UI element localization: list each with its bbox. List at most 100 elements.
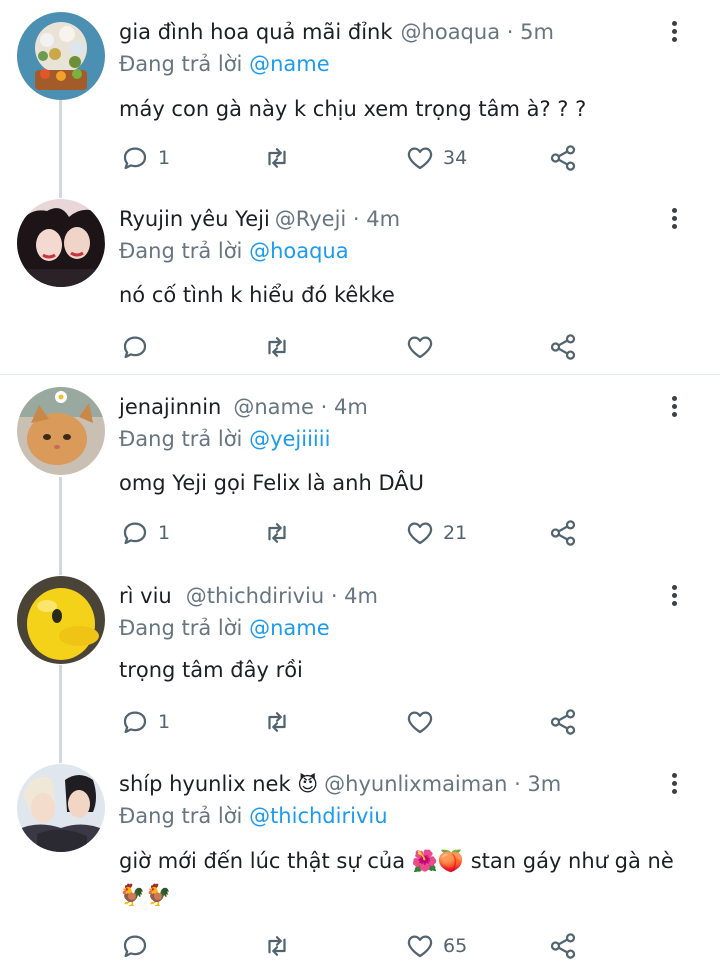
replying-to-label: Đang trả lời (119, 804, 243, 828)
share-icon (550, 520, 576, 546)
reply-icon (123, 147, 147, 170)
avatar[interactable] (17, 387, 105, 475)
tweet-actions: 1 21 (0, 513, 720, 553)
display-name[interactable]: gia đình hoa quả mãi đỉnk (119, 20, 393, 44)
mention-link[interactable]: @name (249, 616, 330, 640)
reply-button[interactable]: 1 (120, 138, 170, 178)
tweet-text: trọng tâm đây rồi (119, 658, 303, 682)
share-icon (550, 933, 576, 959)
display-name[interactable]: Ryujin yêu Yeji (119, 207, 270, 231)
share-button[interactable] (548, 138, 578, 178)
heart-icon (407, 147, 433, 170)
avatar[interactable] (17, 764, 105, 852)
replying-to-label: Đang trả lời (119, 239, 243, 263)
tweet-header: Ryujin yêu Yeji @Ryeji · 4m (119, 205, 400, 233)
user-handle[interactable]: @hoaqua · 5m (401, 20, 554, 44)
like-count: 65 (443, 935, 468, 957)
more-options-icon[interactable] (665, 18, 685, 46)
tweet[interactable]: rì viu @thichdiriviu · 4m Đang trả lời @n… (0, 576, 720, 756)
user-handle[interactable]: @hyunlixmaiman · 3m (324, 772, 561, 796)
share-button[interactable] (548, 926, 578, 966)
replying-to: Đang trả lời @hoaqua (119, 237, 349, 265)
share-button[interactable] (548, 327, 578, 367)
heart-icon (407, 522, 433, 545)
retweet-button[interactable] (262, 702, 300, 742)
like-count: 21 (443, 522, 468, 544)
avatar[interactable] (17, 576, 105, 664)
tweet-actions (0, 327, 720, 367)
user-handle[interactable]: @name · 4m (233, 395, 367, 419)
reply-icon (123, 935, 147, 958)
retweet-icon (268, 148, 286, 168)
tweet-text: omg Yeji gọi Felix là anh DÂU (119, 471, 425, 495)
heart-icon (407, 336, 433, 359)
replying-to: Đang trả lời @thichdiriviu (119, 802, 388, 830)
replying-to: Đang trả lời @name (119, 614, 330, 642)
share-icon (550, 145, 576, 171)
reply-button[interactable]: 1 (120, 513, 170, 553)
like-count: 34 (443, 147, 468, 169)
like-button[interactable] (405, 702, 443, 742)
reply-count: 1 (158, 711, 171, 733)
tweet-text: giờ mới đến lúc thật sự của 🌺🍑 stan gáy … (119, 849, 674, 907)
display-name[interactable]: rì viu (119, 584, 172, 608)
replying-to-label: Đang trả lời (119, 616, 243, 640)
like-button[interactable]: 65 (405, 926, 467, 966)
reply-button[interactable]: 1 (120, 702, 170, 742)
mention-link[interactable]: @name (249, 52, 330, 76)
share-icon (550, 709, 576, 735)
retweet-icon (268, 337, 286, 357)
mention-link[interactable]: @thichdiriviu (249, 804, 387, 828)
tweet-actions: 1 34 (0, 138, 720, 178)
replying-to: Đang trả lời @yejiiiii (119, 425, 330, 453)
heart-icon (407, 935, 433, 958)
retweet-icon (268, 712, 286, 732)
reply-button[interactable] (120, 926, 158, 966)
like-button[interactable]: 21 (405, 513, 467, 553)
share-button[interactable] (548, 513, 578, 553)
replying-to: Đang trả lời @name (119, 50, 330, 78)
heart-icon (407, 711, 433, 734)
retweet-button[interactable] (262, 138, 300, 178)
like-button[interactable] (405, 327, 443, 367)
tweet-header: rì viu @thichdiriviu · 4m (119, 582, 378, 610)
user-handle[interactable]: @thichdiriviu · 4m (186, 584, 378, 608)
tweet[interactable]: shíp hyunlix nek 😈 @hyunlixmaiman · 3m Đa… (0, 764, 720, 970)
divider (0, 374, 720, 375)
avatar[interactable] (17, 12, 105, 100)
tweet-text: nó cố tình k hiểu đó kêkke (119, 283, 395, 307)
tweet-text: máy con gà này k chịu xem trọng tâm à? ?… (119, 97, 587, 121)
retweet-button[interactable] (262, 327, 300, 367)
tweet-header: jenajinnin @name · 4m (119, 393, 368, 421)
retweet-icon (268, 936, 286, 956)
like-button[interactable]: 34 (405, 138, 467, 178)
avatar[interactable] (17, 199, 105, 287)
reply-button[interactable] (120, 327, 158, 367)
mention-link[interactable]: @hoaqua (249, 239, 349, 263)
tweet-actions: 65 (0, 926, 720, 966)
more-options-icon[interactable] (665, 582, 685, 610)
more-options-icon[interactable] (665, 393, 685, 421)
tweet-header: gia đình hoa quả mãi đỉnk @hoaqua · 5m (119, 18, 554, 46)
tweet-header: shíp hyunlix nek 😈 @hyunlixmaiman · 3m (119, 770, 561, 798)
user-handle[interactable]: @Ryeji · 4m (275, 207, 400, 231)
tweet[interactable]: gia đình hoa quả mãi đỉnk @hoaqua · 5m Đa… (0, 12, 720, 192)
display-name[interactable]: shíp hyunlix nek (119, 772, 291, 796)
reply-count: 1 (158, 147, 171, 169)
tweet[interactable]: jenajinnin @name · 4m Đang trả lời @yejii… (0, 387, 720, 567)
share-icon (550, 334, 576, 360)
tweet[interactable]: Ryujin yêu Yeji @Ryeji · 4m Đang trả lời … (0, 199, 720, 369)
replying-to-label: Đang trả lời (119, 52, 243, 76)
more-options-icon[interactable] (665, 205, 685, 233)
share-button[interactable] (548, 702, 578, 742)
reply-icon (123, 711, 147, 734)
retweet-button[interactable] (262, 513, 300, 553)
reply-icon (123, 336, 147, 359)
more-options-icon[interactable] (665, 770, 685, 798)
display-name[interactable]: jenajinnin (119, 395, 221, 419)
mention-link[interactable]: @yejiiiii (249, 427, 330, 451)
retweet-button[interactable] (262, 926, 300, 966)
retweet-icon (268, 523, 286, 543)
reply-icon (123, 522, 147, 545)
tweet-actions: 1 (0, 702, 720, 742)
